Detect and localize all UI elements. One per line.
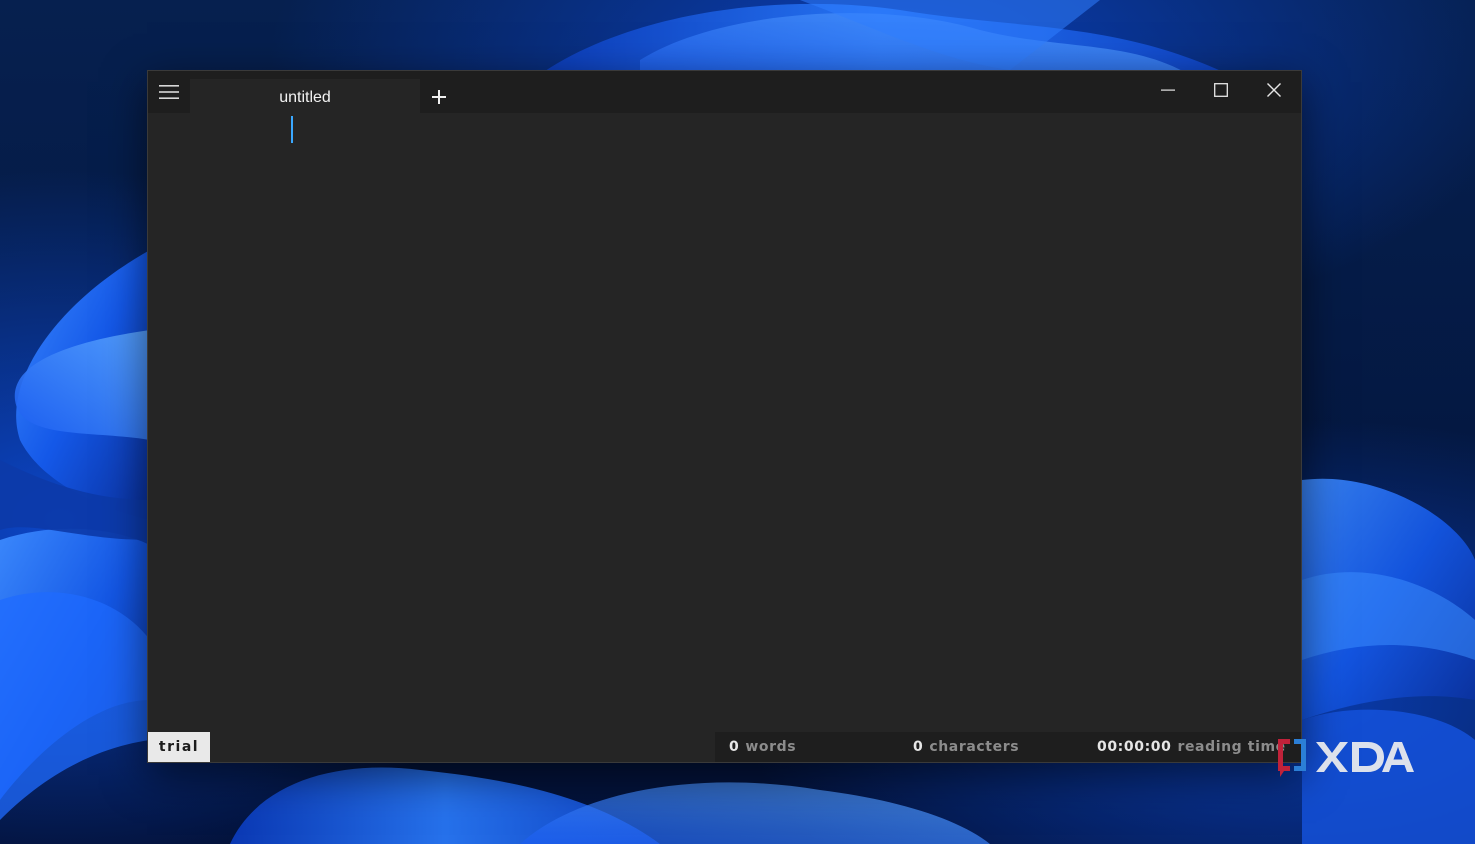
hamburger-menu-icon bbox=[159, 85, 179, 99]
character-count-label: characters bbox=[929, 739, 1020, 755]
add-tab-button[interactable] bbox=[428, 84, 450, 110]
menu-button[interactable] bbox=[148, 71, 190, 113]
plus-icon bbox=[432, 90, 446, 104]
character-count-value: 0 bbox=[913, 739, 924, 755]
text-cursor bbox=[291, 116, 293, 143]
reading-time-value: 00:00:00 bbox=[1097, 739, 1172, 755]
maximize-icon bbox=[1214, 83, 1228, 97]
trial-label: trial bbox=[158, 739, 200, 755]
editor-window: untitled trial 0 words 0 characters 00:0… bbox=[147, 70, 1302, 763]
character-count: 0 characters bbox=[913, 732, 1019, 762]
word-count: 0 words bbox=[729, 732, 796, 762]
tab-untitled[interactable]: untitled bbox=[190, 79, 420, 113]
word-count-label: words bbox=[745, 739, 797, 755]
tab-label: untitled bbox=[279, 89, 331, 106]
trial-badge[interactable]: trial bbox=[148, 732, 210, 762]
xda-logo-icon bbox=[1278, 739, 1414, 777]
title-bar: untitled bbox=[148, 71, 1301, 113]
xda-watermark bbox=[1276, 736, 1416, 778]
maximize-button[interactable] bbox=[1195, 71, 1247, 109]
minimize-button[interactable] bbox=[1142, 71, 1194, 109]
reading-time-label: reading time bbox=[1177, 739, 1286, 755]
close-icon bbox=[1267, 83, 1281, 97]
word-count-value: 0 bbox=[729, 739, 740, 755]
reading-time: 00:00:00 reading time bbox=[1097, 732, 1286, 762]
text-editor-area[interactable] bbox=[148, 113, 1301, 733]
status-bar: trial 0 words 0 characters 00:00:00 read… bbox=[148, 732, 1301, 762]
minimize-icon bbox=[1161, 89, 1175, 91]
close-button[interactable] bbox=[1248, 71, 1300, 109]
document-stats: 0 words 0 characters 00:00:00 reading ti… bbox=[715, 732, 1301, 762]
